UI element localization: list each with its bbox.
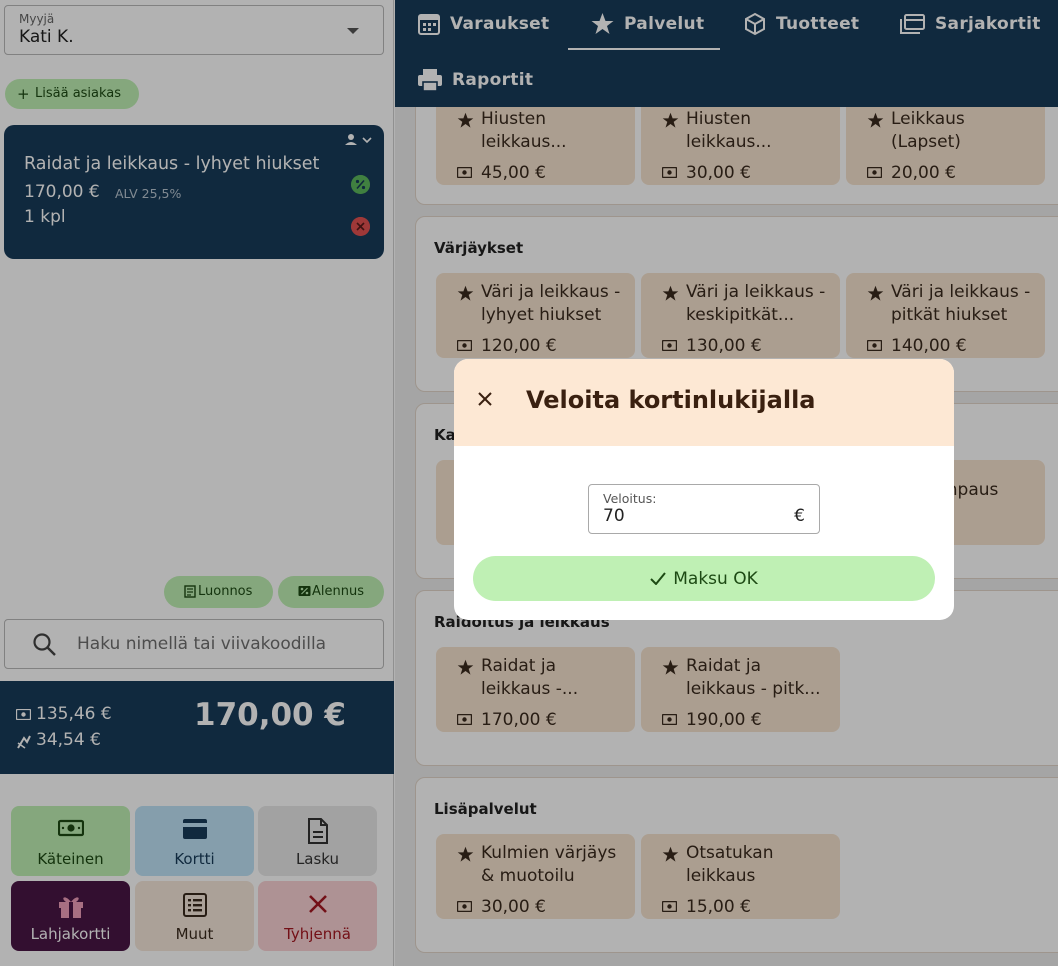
charge-amount-label: Veloitus: — [603, 491, 657, 506]
payment-ok-button[interactable]: Maksu OK — [473, 556, 935, 601]
currency-symbol: € — [794, 506, 805, 526]
charge-amount-field[interactable]: Veloitus: 70 € — [588, 484, 820, 534]
payment-ok-label: Maksu OK — [673, 568, 758, 589]
card-reader-dialog: Veloita kortinlukijalla Veloitus: 70 € M… — [454, 359, 954, 620]
dialog-header: Veloita kortinlukijalla — [454, 359, 954, 446]
check-icon — [650, 572, 667, 585]
close-icon[interactable] — [478, 392, 492, 406]
charge-amount-value: 70 — [603, 506, 625, 526]
dialog-title: Veloita kortinlukijalla — [526, 386, 816, 414]
